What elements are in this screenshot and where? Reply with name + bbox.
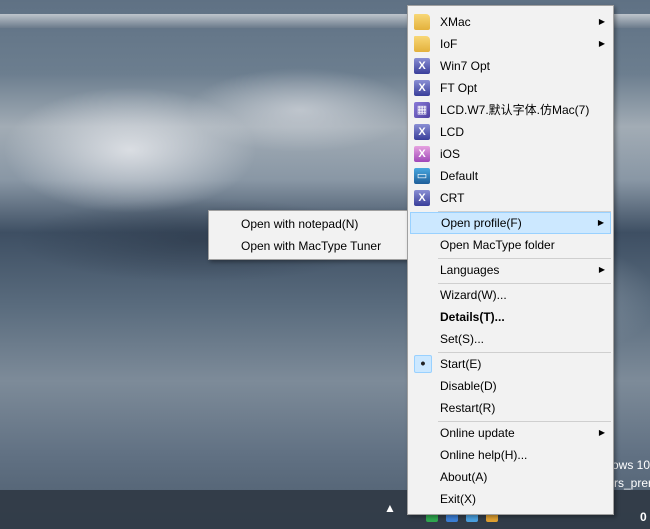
menu-item-win7-opt[interactable]: X Win7 Opt <box>410 55 611 77</box>
menu-item-wizard[interactable]: Wizard(W)... <box>410 284 611 306</box>
windows-profile-icon: ▦ <box>414 102 430 118</box>
open-with-mactype-tuner-item[interactable]: Open with MacType Tuner <box>211 235 408 257</box>
profile-icon: X <box>414 190 430 206</box>
submenu-arrow-icon: ▶ <box>598 428 605 437</box>
folder-icon <box>414 14 430 30</box>
profile-icon: X <box>414 124 430 140</box>
menu-item-label: Online update <box>440 426 515 440</box>
menu-item-label: Start(E) <box>440 357 482 371</box>
submenu-arrow-icon: ▶ <box>597 218 604 227</box>
menu-item-label: Set(S)... <box>440 332 485 346</box>
menu-item-label: Online help(H)... <box>440 448 528 462</box>
menu-item-restart[interactable]: Restart(R) <box>410 397 611 419</box>
menu-item-label: iOS <box>440 147 461 161</box>
radio-checked-icon: • <box>414 355 432 373</box>
menu-item-label: Default <box>440 169 479 183</box>
menu-item-label: Open profile(F) <box>441 216 522 230</box>
menu-item-label: IoF <box>440 37 458 51</box>
submenu-arrow-icon: ▶ <box>598 17 605 26</box>
profile-icon: X <box>414 58 430 74</box>
menu-item-label: LCD <box>440 125 465 139</box>
menu-item-ft-opt[interactable]: X FT Opt <box>410 77 611 99</box>
menu-item-label: LCD.W7.默认字体.仿Mac(7) <box>440 103 590 117</box>
menu-item-iof[interactable]: IoF ▶ <box>410 33 611 55</box>
menu-item-label: CRT <box>440 191 465 205</box>
menu-item-label: Languages <box>440 263 500 277</box>
open-with-notepad-item[interactable]: Open with notepad(N) <box>211 213 408 235</box>
menu-item-label: Details(T)... <box>440 310 505 324</box>
menu-item-crt[interactable]: X CRT <box>410 187 611 209</box>
menu-item-ios[interactable]: X iOS <box>410 143 611 165</box>
desktop-watermark-text: ows 10 <box>612 458 650 472</box>
menu-item-online-update[interactable]: Online update ▶ <box>410 422 611 444</box>
menu-item-disable[interactable]: Disable(D) <box>410 375 611 397</box>
menu-item-lcd[interactable]: X LCD <box>410 121 611 143</box>
menu-item-label: Open with notepad(N) <box>241 217 359 231</box>
menu-item-label: XMac <box>440 15 471 29</box>
folder-icon <box>414 36 430 52</box>
menu-item-set[interactable]: Set(S)... <box>410 328 611 350</box>
menu-item-label: Open with MacType Tuner <box>241 239 382 253</box>
menu-item-about[interactable]: About(A) <box>410 466 611 488</box>
menu-item-label: Exit(X) <box>440 492 476 506</box>
profile-icon: X <box>414 80 430 96</box>
menu-item-languages[interactable]: Languages ▶ <box>410 259 611 281</box>
menu-item-label: About(A) <box>440 470 488 484</box>
menu-item-exit[interactable]: Exit(X) <box>410 488 611 510</box>
desktop-watermark-text: rs_prer <box>614 476 650 490</box>
profile-pink-icon: X <box>414 146 430 162</box>
menu-item-label: Win7 Opt <box>440 59 491 73</box>
menu-item-start[interactable]: • Start(E) <box>410 353 611 375</box>
open-profile-submenu: Open with notepad(N) Open with MacType T… <box>208 210 411 260</box>
menu-item-default[interactable]: ▭ Default <box>410 165 611 187</box>
submenu-arrow-icon: ▶ <box>598 265 605 274</box>
menu-item-label: Disable(D) <box>440 379 497 393</box>
submenu-arrow-icon: ▶ <box>598 39 605 48</box>
menu-item-label: FT Opt <box>440 81 478 95</box>
tray-overflow-icon[interactable]: ▲ <box>384 501 396 515</box>
mactype-context-menu: XMac ▶ IoF ▶ X Win7 Opt X FT Opt ▦ LCD.W… <box>407 5 614 515</box>
menu-item-open-mactype-folder[interactable]: Open MacType folder <box>410 234 611 256</box>
menu-item-details[interactable]: Details(T)... <box>410 306 611 328</box>
menu-item-label: Wizard(W)... <box>440 288 507 302</box>
menu-item-xmac[interactable]: XMac ▶ <box>410 11 611 33</box>
menu-item-open-profile[interactable]: Open profile(F) ▶ <box>410 212 611 234</box>
menu-item-online-help[interactable]: Online help(H)... <box>410 444 611 466</box>
menu-item-lcd-w7[interactable]: ▦ LCD.W7.默认字体.仿Mac(7) <box>410 99 611 121</box>
menu-item-label: Restart(R) <box>440 401 496 415</box>
monitor-icon: ▭ <box>414 168 430 184</box>
tray-clock[interactable]: 0 <box>640 510 647 524</box>
menu-item-label: Open MacType folder <box>440 238 555 252</box>
